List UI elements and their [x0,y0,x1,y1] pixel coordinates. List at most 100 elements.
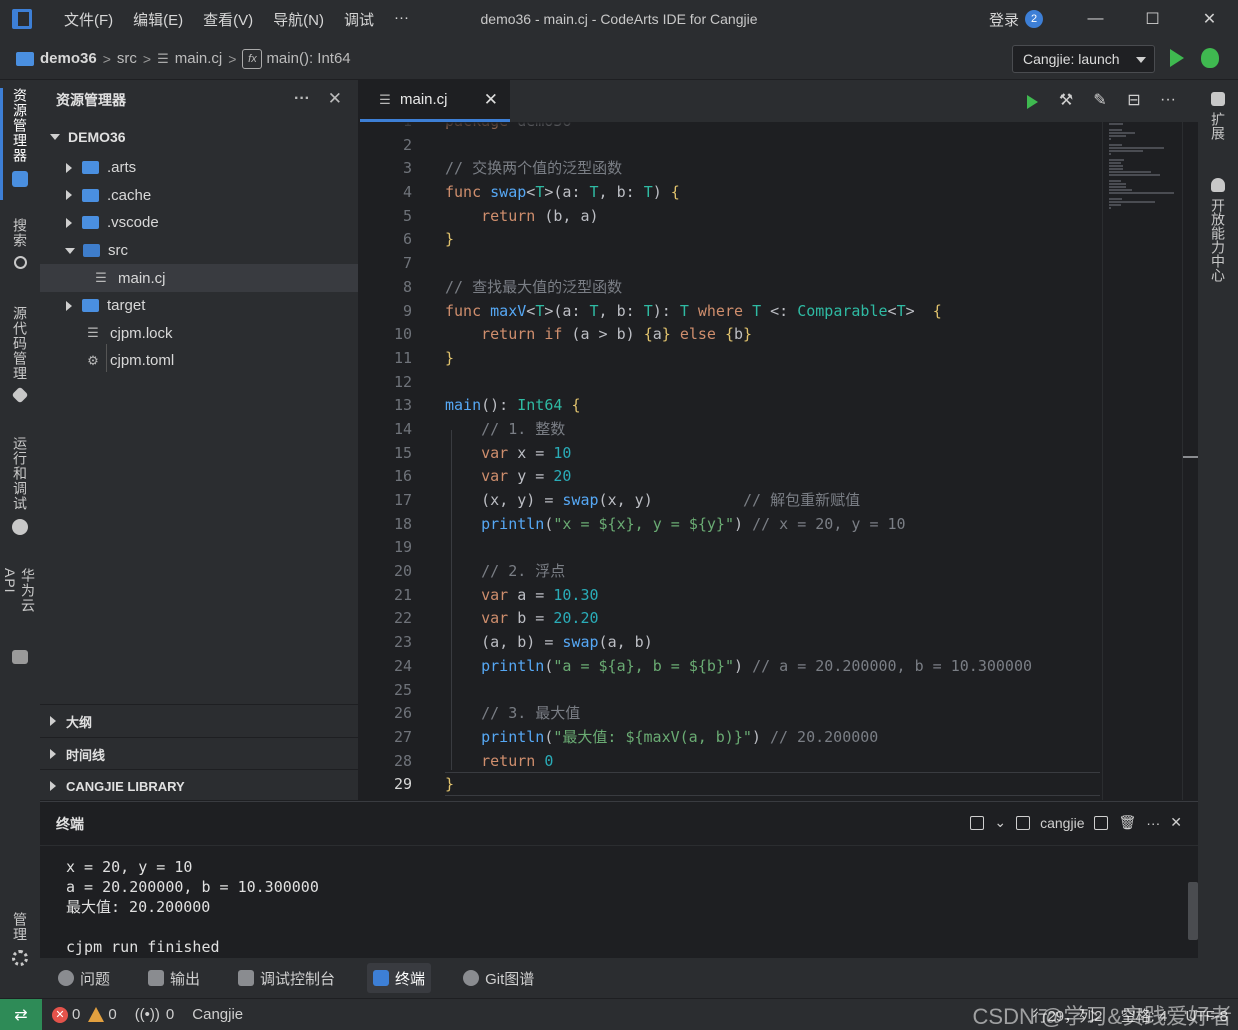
activity-search[interactable]: 搜索 [0,218,40,280]
code-line[interactable]: (x, y) = swap(x, y) // 解包重新赋值 [445,489,1105,513]
tab-main-cj[interactable]: ☰ main.cj ✕ [360,80,510,122]
tree-item-cjpm-lock[interactable]: ☰ cjpm.lock [40,320,358,348]
open-capability-center-button[interactable]: 开放能力中心 [1198,178,1238,282]
code-line[interactable]: var y = 20 [445,465,1105,489]
activity-run-debug[interactable]: 运行和调试 [0,436,40,540]
activity-explorer[interactable]: 资源管理器 [0,88,40,200]
activity-huawei-api[interactable]: 华为云 API [0,568,40,664]
terminal-instance-name[interactable]: cangjie [1040,815,1084,831]
code-line[interactable]: var x = 10 [445,442,1105,466]
terminal-output[interactable]: x = 20, y = 10 a = 20.200000, b = 10.300… [66,857,319,957]
tab-git-graph[interactable]: Git图谱 [457,963,540,993]
remote-icon[interactable]: ⇄ [0,998,42,1030]
section-cangjie-library[interactable]: CANGJIE LIBRARY [40,769,359,802]
split-editor-icon[interactable]: ⊟ [1124,90,1144,110]
code-line[interactable]: var a = 10.30 [445,584,1105,608]
run-icon[interactable] [1170,49,1184,67]
edit-icon[interactable]: ✎ [1090,90,1110,110]
code-line[interactable]: // 3. 最大值 [445,702,1105,726]
activity-source-control[interactable]: 源代码管理 [0,306,40,410]
close-window-button[interactable]: ✕ [1181,9,1238,29]
breadcrumb-folder[interactable]: src [117,50,137,67]
tree-item-src[interactable]: src [40,237,358,265]
notification-badge[interactable]: 2 [1025,10,1043,28]
section-timeline[interactable]: 时间线 [40,737,359,770]
login-button[interactable]: 登录 [989,9,1019,30]
code-line[interactable]: return 0 [445,750,1105,774]
ports-status[interactable]: ((•)) 0 [135,1006,175,1023]
close-icon[interactable]: ✕ [328,89,342,109]
menu-view[interactable]: 查看(V) [193,9,263,30]
build-icon[interactable]: ⚒ [1056,90,1076,110]
tree-item-cjpm-toml[interactable]: ⚙ cjpm.toml [40,347,358,375]
code-line[interactable]: } [445,228,1105,252]
problems-status[interactable]: ✕ 0 0 [52,1006,117,1023]
language-status[interactable]: Cangjie [192,1006,243,1023]
more-icon[interactable]: ··· [294,90,310,108]
activity-manage[interactable]: 管理 [0,912,40,978]
code-line[interactable]: // 2. 浮点 [445,560,1105,584]
menu-navigate[interactable]: 导航(N) [263,9,334,30]
code-line[interactable]: return if (a > b) {a} else {b} [445,323,1105,347]
code-line[interactable]: // 1. 整数 [445,418,1105,442]
tree-item-cache[interactable]: .cache [40,182,358,210]
code-line[interactable]: } [445,773,1105,797]
breadcrumb-project[interactable]: demo36 [40,50,97,67]
breadcrumb-symbol[interactable]: main(): Int64 [266,50,350,67]
section-timeline-label: 时间线 [66,747,106,763]
menu-edit[interactable]: 编辑(E) [123,9,193,30]
editor-scrollbar[interactable] [1182,122,1198,800]
more-icon[interactable]: ··· [1158,90,1178,110]
code-line[interactable]: var b = 20.20 [445,607,1105,631]
close-icon[interactable]: ✕ [1170,814,1182,831]
code-editor[interactable]: 1234567891011121314151617181920212223242… [360,122,1198,800]
code-line[interactable]: func swap<T>(a: T, b: T) { [445,181,1105,205]
code-lines[interactable]: package demo36 // 交换两个值的泛型函数func swap<T>… [445,122,1105,797]
breadcrumb-file[interactable]: main.cj [175,50,223,67]
launch-config-select[interactable]: Cangjie: launch [1012,45,1155,73]
code-line[interactable] [445,536,1105,560]
code-line[interactable] [445,252,1105,276]
line-number: 15 [393,443,412,462]
tab-debug-console[interactable]: 调试控制台 [232,963,341,993]
code-line[interactable]: println("最大值: ${maxV(a, b)}") // 20.2000… [445,726,1105,750]
tree-item-target[interactable]: target [40,292,358,320]
tab-problems[interactable]: 问题 [52,963,116,993]
run-file-button[interactable] [1022,90,1042,110]
code-line[interactable]: println("a = ${a}, b = ${b}") // a = 20.… [445,655,1105,679]
split-pane-icon[interactable] [1094,815,1109,830]
code-line[interactable]: func maxV<T>(a: T, b: T): T where T <: C… [445,300,1105,324]
explorer-root[interactable]: DEMO36 [40,120,358,154]
code-line[interactable]: (a, b) = swap(a, b) [445,631,1105,655]
tree-item-vscode[interactable]: .vscode [40,209,358,237]
code-line[interactable] [445,134,1105,158]
close-icon[interactable]: ✕ [484,90,498,110]
tab-output[interactable]: 输出 [142,963,206,993]
chevron-down-icon[interactable]: ⌄ [994,814,1006,831]
menu-file[interactable]: 文件(F) [54,9,123,30]
menu-more[interactable]: ··· [384,9,419,30]
code-line[interactable]: return (b, a) [445,205,1105,229]
maximize-button[interactable]: ☐ [1124,9,1181,29]
code-line[interactable]: // 交换两个值的泛型函数 [445,157,1105,181]
menu-debug[interactable]: 调试 [334,9,384,30]
terminal-scrollbar[interactable] [1188,882,1198,940]
debug-icon[interactable] [1201,48,1219,68]
tree-item-main-cj[interactable]: ☰ main.cj [40,264,358,292]
line-number: 10 [393,325,412,344]
trash-icon[interactable]: 🗑 [1118,814,1136,831]
minimap[interactable] [1102,122,1182,800]
code-line[interactable]: } [445,347,1105,371]
more-icon[interactable]: ··· [1146,815,1160,831]
section-outline[interactable]: 大纲 [40,704,359,737]
code-line[interactable]: println("x = ${x}, y = ${y}") // x = 20,… [445,513,1105,537]
tree-item-arts[interactable]: .arts [40,154,358,182]
extensions-button[interactable]: 扩展 [1198,92,1238,140]
code-line[interactable]: main(): Int64 { [445,394,1105,418]
minimize-button[interactable]: — [1067,10,1124,28]
code-line[interactable]: // 查找最大值的泛型函数 [445,276,1105,300]
split-terminal-icon[interactable] [970,815,985,830]
code-line[interactable] [445,679,1105,703]
code-line[interactable] [445,371,1105,395]
tab-terminal[interactable]: 终端 [367,963,432,993]
